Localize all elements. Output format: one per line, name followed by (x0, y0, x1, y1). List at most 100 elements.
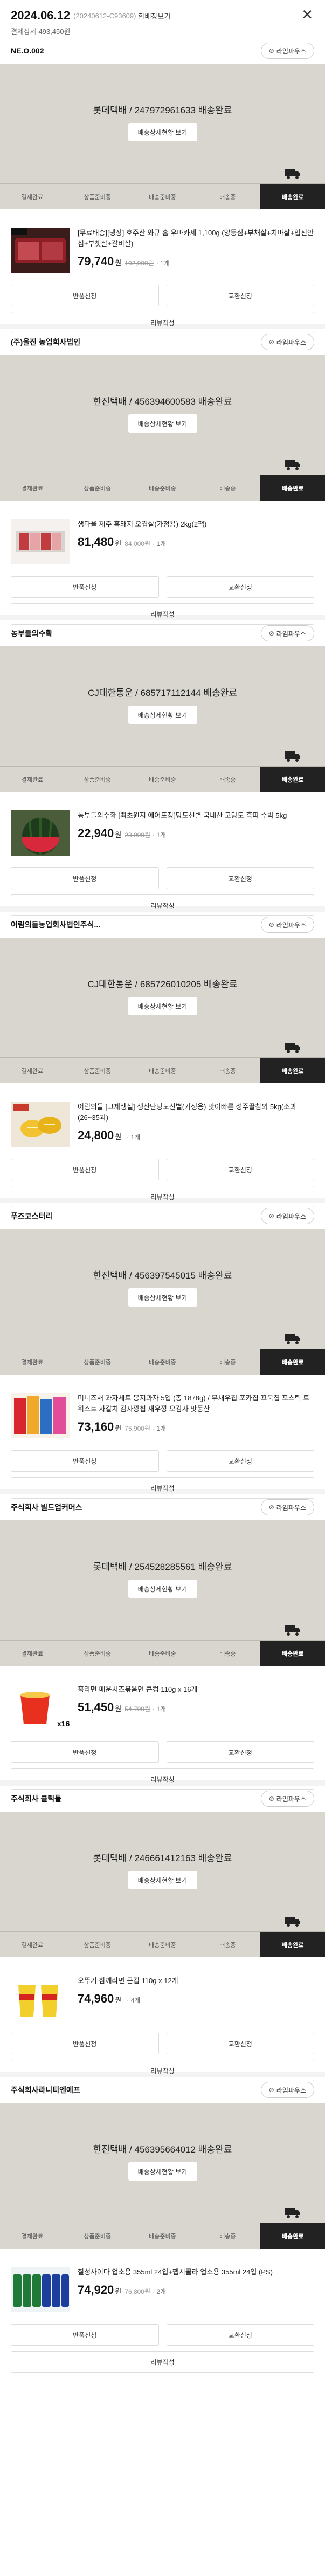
live-commerce-button[interactable]: ⊘ 라임파우스 (260, 2082, 314, 2098)
return-button[interactable]: 반품신청 (11, 1159, 159, 1180)
shipping-step-label: 배송완료 (281, 1942, 304, 1949)
product-name[interactable]: 어림의들 [고제생실] 생산단당도선별(가정용) 맛이빠른 성주꿀참외 5kg(… (78, 1102, 314, 1123)
return-button[interactable]: 반품신청 (11, 2324, 159, 2346)
seller-bar: 주식회사 빌드업커머스 ⊘ 라임파우스 (0, 1494, 325, 1520)
product-name[interactable]: 생다을 제주 흑돼지 오겹살(가정용) 2kg(2팩) (78, 519, 314, 530)
shipping-step-label: 배송준비중 (149, 485, 176, 492)
product-thumbnail[interactable] (11, 1102, 70, 1147)
price-unit: 원 (115, 1705, 122, 1713)
product-item[interactable]: 어림의들 [고제생실] 생산단당도선별(가정용) 맛이빠른 성주꿀참외 5kg(… (0, 1083, 325, 1159)
product-item[interactable]: [무료배송][냉장] 호주산 와규 홈 우마카세 1,100g (양등심+부채살… (0, 209, 325, 285)
live-commerce-button[interactable]: ⊘ 라임파우스 (260, 1791, 314, 1807)
product-item[interactable]: 농부들의수확 [최초원지 에어포장]당도선별 국내산 고당도 흑피 수박 5kg… (0, 792, 325, 867)
live-commerce-label: 라임파우스 (276, 2086, 306, 2094)
tracking-detail-button[interactable]: 배송상세현황 보기 (128, 2162, 197, 2181)
tracking-detail-button[interactable]: 배송상세현황 보기 (128, 414, 197, 433)
product-thumbnail[interactable]: x16 (11, 1684, 70, 1730)
review-button[interactable]: 리뷰작성 (11, 2351, 314, 2373)
return-button[interactable]: 반품신청 (11, 867, 159, 889)
product-thumbnail[interactable] (11, 2267, 70, 2312)
carrier-tracking-text: 롯데택배 / 247972961633 배송완료 (93, 105, 232, 115)
product-name[interactable]: 홈라면 매운치즈볶음면 큰컵 110g x 16개 (78, 1684, 314, 1695)
return-button[interactable]: 반품신청 (11, 1450, 159, 1472)
exchange-button[interactable]: 교환신청 (166, 576, 314, 598)
carrier-tracking-text: CJ대한통운 / 685726010205 배송완료 (87, 979, 238, 989)
shipping-step-label: 배송중 (219, 1359, 236, 1366)
merge-view-link[interactable]: 합배장보기 (138, 11, 170, 21)
exchange-button[interactable]: 교환신청 (166, 867, 314, 889)
return-button[interactable]: 반품신청 (11, 2033, 159, 2054)
shipping-step: 상품준비중 (65, 1058, 130, 1083)
tracking-detail-button[interactable]: 배송상세현황 보기 (128, 1871, 197, 1889)
shipping-step-label: 상품준비중 (84, 2233, 111, 2240)
product-item[interactable]: 칠성사이다 업소용 355ml 24입+펩시콜라 업소용 355ml 24입 (… (0, 2249, 325, 2324)
shipping-step-label: 배송중 (219, 485, 236, 492)
product-thumbnail[interactable] (11, 810, 70, 856)
product-name[interactable]: 농부들의수확 [최초원지 에어포장]당도선별 국내산 고당도 흑피 수박 5kg (78, 810, 314, 821)
product-item[interactable]: 미니즈새 과자세트 봉지과자 5입 (총 1878g) / 무새우칩 포카칩 꼬… (0, 1375, 325, 1450)
shipping-step: 상품준비중 (65, 1349, 130, 1375)
return-button[interactable]: 반품신청 (11, 285, 159, 306)
exchange-button[interactable]: 교환신청 (166, 1159, 314, 1180)
live-commerce-button[interactable]: ⊘ 라임파우스 (260, 43, 314, 59)
pin-icon: ⊘ (268, 630, 274, 637)
pin-icon: ⊘ (268, 338, 274, 346)
tracking-detail-button[interactable]: 배송상세현황 보기 (128, 1288, 197, 1307)
shipping-step-label: 결제완료 (21, 485, 44, 492)
product-thumbnail[interactable] (11, 228, 70, 273)
exchange-button[interactable]: 교환신청 (166, 285, 314, 306)
live-commerce-button[interactable]: ⊘ 라임파우스 (260, 334, 314, 350)
exchange-button[interactable]: 교환신청 (166, 1741, 314, 1763)
exchange-button[interactable]: 교환신청 (166, 1450, 314, 1472)
shipping-steps: 결제완료 상품준비중 배송준비중 배송중 배송완료 (0, 460, 325, 501)
shipping-step: 배송중 (195, 1058, 261, 1083)
product-price: 22,940 (78, 826, 114, 840)
shipping-step-label: 배송완료 (281, 485, 304, 492)
shipping-step: 배송중 (195, 1932, 261, 1957)
order-section: 주식회사 클릭톨 ⊘ 라임파우스 롯데택배 / 246661412163 배송완료… (0, 1786, 325, 2081)
exchange-button[interactable]: 교환신청 (166, 2033, 314, 2054)
delivery-truck-icon (285, 1042, 301, 1054)
return-button[interactable]: 반품신청 (11, 1741, 159, 1763)
shipping-step-label: 배송완료 (281, 1359, 304, 1366)
tracking-detail-button[interactable]: 배송상세현황 보기 (128, 1580, 197, 1598)
pin-icon: ⊘ (268, 2086, 274, 2094)
live-commerce-label: 라임파우스 (276, 47, 306, 55)
shipping-step: 배송완료 (260, 2208, 325, 2249)
shipping-step-label: 배송중 (219, 1068, 236, 1075)
shipping-step: 배송완료 (260, 1917, 325, 1957)
live-commerce-label: 라임파우스 (276, 630, 306, 638)
exchange-button[interactable]: 교환신청 (166, 2324, 314, 2346)
carrier-tracking-text: 롯데택배 / 254528285561 배송완료 (93, 1562, 232, 1572)
live-commerce-button[interactable]: ⊘ 라임파우스 (260, 625, 314, 641)
product-item[interactable]: x16 홈라면 매운치즈볶음면 큰컵 110g x 16개 51,450 원 5… (0, 1666, 325, 1741)
tracking-detail-button[interactable]: 배송상세현황 보기 (128, 706, 197, 724)
product-name[interactable]: 칠성사이다 업소용 355ml 24입+펩시콜라 업소용 355ml 24입 (… (78, 2267, 314, 2278)
tracking-detail-button[interactable]: 배송상세현황 보기 (128, 997, 197, 1015)
live-commerce-button[interactable]: ⊘ 라임파우스 (260, 1208, 314, 1224)
product-name[interactable]: 오뚜기 참깨라면 큰컵 110g x 12개 (78, 1976, 314, 1986)
return-button[interactable]: 반품신청 (11, 576, 159, 598)
shipping-step: 결제완료 (0, 2223, 65, 2249)
price-unit: 원 (115, 259, 122, 267)
product-item[interactable]: 오뚜기 참깨라면 큰컵 110g x 12개 74,960 원 · 4개 (0, 1957, 325, 2033)
product-name[interactable]: 미니즈새 과자세트 봉지과자 5입 (총 1878g) / 무새우칩 포카칩 꼬… (78, 1393, 314, 1415)
shipping-step-label: 결제완료 (21, 2233, 44, 2240)
shipping-step-label: 배송준비중 (149, 776, 176, 783)
product-thumbnail[interactable] (11, 519, 70, 564)
carrier-tracking-text: 한진택배 / 456395664012 배송완료 (93, 2144, 232, 2155)
product-thumbnail[interactable] (11, 1976, 70, 2021)
close-icon[interactable]: ✕ (301, 8, 313, 22)
shipping-step-label: 배송완료 (281, 2233, 304, 2240)
product-item[interactable]: 생다을 제주 흑돼지 오겹살(가정용) 2kg(2팩) 81,480 원 84,… (0, 501, 325, 576)
product-name[interactable]: [무료배송][냉장] 호주산 와규 홈 우마카세 1,100g (양등심+부채살… (78, 228, 314, 249)
shipping-status-panel: 롯데택배 / 246661412163 배송완료 배송상세현황 보기 결제완료 상… (0, 1812, 325, 1957)
shipping-step-label: 배송완료 (281, 1068, 304, 1075)
seller-bar: 주식회사라니티엔에프 ⊘ 라임파우스 (0, 2077, 325, 2103)
live-commerce-button[interactable]: ⊘ 라임파우스 (260, 917, 314, 933)
tracking-detail-button[interactable]: 배송상세현황 보기 (128, 123, 197, 141)
delivery-truck-icon (285, 459, 301, 471)
product-thumbnail[interactable] (11, 1393, 70, 1438)
live-commerce-button[interactable]: ⊘ 라임파우스 (260, 1499, 314, 1515)
payment-summary-link[interactable]: 결제상세 493,450원 (11, 26, 314, 36)
